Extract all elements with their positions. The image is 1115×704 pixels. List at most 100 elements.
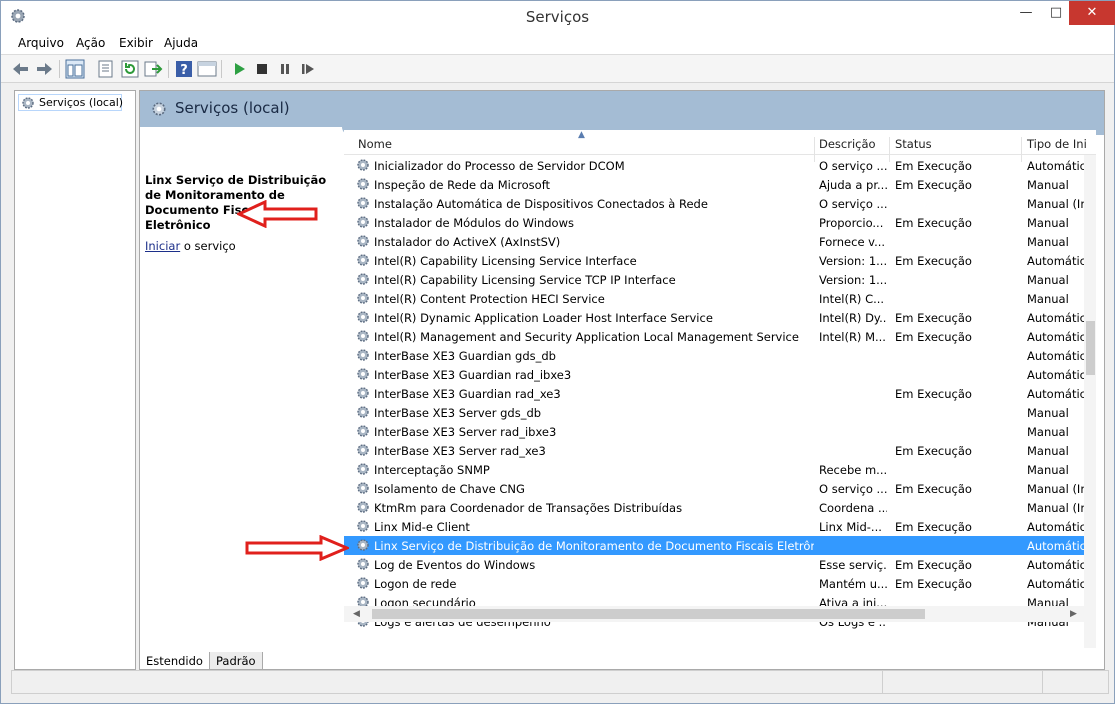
column-name[interactable]: Nome [358, 137, 392, 151]
service-gear-icon [357, 368, 369, 380]
service-row[interactable]: Logon de rede Mantém u... Em Execução Autom… [344, 574, 1086, 593]
back-icon[interactable] [11, 59, 31, 79]
service-row[interactable]: Instalador do ActiveX (AxInstSV) Fornece … [344, 232, 1084, 251]
service-description: O serviço ... [819, 197, 887, 211]
service-row[interactable]: Intel(R) Capability Licensing Service In… [344, 251, 1086, 270]
service-row-selected[interactable]: Linx Serviço de Distribuição de Monitora… [344, 536, 1086, 555]
service-row[interactable]: InterBase XE3 Server gds_db Manual [344, 403, 1084, 422]
menu-ajuda[interactable]: Ajuda [164, 36, 198, 50]
service-row[interactable]: InterBase XE3 Guardian gds_db Automátic [344, 346, 1086, 365]
status-section [1042, 671, 1108, 693]
service-name: Inspeção de Rede da Microsoft [374, 178, 551, 192]
service-startup-type: Automátic [1027, 539, 1086, 553]
service-startup-type: Automátic [1027, 558, 1086, 572]
scroll-left-icon[interactable]: ◀ [353, 609, 360, 619]
services-gear-icon [22, 97, 34, 109]
service-name: Intel(R) Management and Security Applica… [374, 330, 799, 344]
service-description: Intel(R) C... [819, 292, 885, 306]
service-name: Isolamento de Chave CNG [374, 482, 525, 496]
service-name: InterBase XE3 Server gds_db [374, 406, 542, 420]
service-description: O serviço ... [819, 159, 887, 173]
sort-arrow-icon: ▲ [578, 130, 585, 140]
service-row[interactable]: InterBase XE3 Server rad_ibxe3 Manual [344, 422, 1084, 441]
restart-service-icon[interactable] [298, 59, 318, 79]
service-name: Intel(R) Capability Licensing Service TC… [374, 273, 676, 287]
service-status: Em Execução [895, 178, 972, 192]
column-startup-type[interactable]: Tipo de Ini [1027, 137, 1087, 151]
service-name: Instalador de Módulos do Windows [374, 216, 574, 230]
service-startup-type: Manual [1027, 463, 1069, 477]
tab-extended[interactable]: Estendido [139, 652, 210, 670]
service-action: Iniciar o serviço [145, 239, 236, 253]
service-name: Instalação Automática de Dispositivos Co… [374, 197, 708, 211]
service-row[interactable]: Inicializador do Processo de Servidor DC… [344, 156, 1086, 175]
service-row[interactable]: Log de Eventos do Windows Esse serviç... E… [344, 555, 1086, 574]
menu-arquivo[interactable]: Arquivo [18, 36, 64, 50]
maximize-button[interactable]: □ [1041, 1, 1071, 25]
help-icon[interactable]: ? [174, 59, 194, 79]
toolbar-separator [59, 60, 60, 78]
service-gear-icon [357, 482, 369, 494]
vertical-scrollbar[interactable] [1084, 155, 1096, 648]
console-tree-icon[interactable] [65, 59, 85, 79]
forward-icon[interactable] [34, 59, 54, 79]
service-gear-icon [357, 273, 369, 285]
service-startup-type: Manual [1027, 216, 1069, 230]
export-icon[interactable] [143, 59, 163, 79]
service-gear-icon [357, 520, 369, 532]
tree-item-services-local[interactable]: Serviços (local) [18, 94, 124, 111]
service-row[interactable]: InterBase XE3 Guardian rad_xe3 Em Execuçã… [344, 384, 1086, 403]
service-gear-icon [357, 159, 369, 171]
column-description[interactable]: Descrição [819, 137, 876, 151]
start-service-text: o serviço [180, 239, 236, 253]
service-status: Em Execução [895, 444, 972, 458]
scroll-right-icon[interactable]: ▶ [1070, 609, 1077, 619]
menu-exibir[interactable]: Exibir [119, 36, 153, 50]
start-service-link[interactable]: Iniciar [145, 239, 180, 253]
service-row[interactable]: Intel(R) Content Protection HECI Service… [344, 289, 1084, 308]
service-startup-type: Automátic [1027, 311, 1086, 325]
service-row[interactable]: Intel(R) Management and Security Applica… [344, 327, 1086, 346]
column-status[interactable]: Status [895, 137, 932, 151]
service-row[interactable]: Isolamento de Chave CNG O serviço ... Em E… [344, 479, 1087, 498]
horizontal-scrollbar[interactable]: ◀ ▶ [344, 606, 1084, 622]
service-description: Version: 1... [819, 254, 887, 268]
tree-item-label: Serviços (local) [39, 96, 124, 109]
minimize-button[interactable]: — [1011, 1, 1041, 25]
service-startup-type: Automátic [1027, 520, 1086, 534]
service-row[interactable]: Intel(R) Dynamic Application Loader Host… [344, 308, 1086, 327]
pause-service-icon[interactable] [275, 59, 295, 79]
stop-service-icon[interactable] [252, 59, 272, 79]
service-row[interactable]: Inspeção de Rede da Microsoft Ajuda a pr.… [344, 175, 1084, 194]
service-status: Em Execução [895, 330, 972, 344]
properties-icon[interactable] [96, 59, 116, 79]
service-name: Intel(R) Content Protection HECI Service [374, 292, 605, 306]
service-name: Linx Serviço de Distribuição de Monitora… [374, 539, 814, 553]
service-startup-type: Automátic [1027, 254, 1086, 268]
tab-standard[interactable]: Padrão [209, 652, 263, 670]
service-row[interactable]: Instalação Automática de Dispositivos Co… [344, 194, 1087, 213]
close-button[interactable]: ✕ [1069, 1, 1115, 25]
service-status: Em Execução [895, 254, 972, 268]
service-name: InterBase XE3 Guardian gds_db [374, 349, 556, 363]
view-icon[interactable] [197, 59, 217, 79]
service-row[interactable]: InterBase XE3 Server rad_xe3 Em Execução M… [344, 441, 1084, 460]
service-gear-icon [357, 425, 369, 437]
service-row[interactable]: Instalador de Módulos do Windows Proporci… [344, 213, 1084, 232]
service-description: Esse serviç... [819, 558, 887, 572]
horizontal-scroll-thumb[interactable] [372, 609, 925, 619]
service-startup-type: Manual [1027, 425, 1069, 439]
service-row[interactable]: Intel(R) Capability Licensing Service TC… [344, 270, 1084, 289]
refresh-icon[interactable] [120, 59, 140, 79]
service-row[interactable]: Interceptação SNMP Recebe m... Manual [344, 460, 1084, 479]
service-description: Intel(R) Dy... [819, 311, 887, 325]
service-name: Logon de rede [374, 577, 457, 591]
service-row[interactable]: InterBase XE3 Guardian rad_ibxe3 Automáti… [344, 365, 1086, 384]
menu-acao[interactable]: Ação [76, 36, 105, 50]
start-service-icon[interactable] [229, 59, 249, 79]
service-gear-icon [357, 178, 369, 190]
service-row[interactable]: Linx Mid-e Client Linx Mid-... Em Execução… [344, 517, 1086, 536]
vertical-scroll-thumb[interactable] [1086, 321, 1095, 375]
service-status: Em Execução [895, 216, 972, 230]
service-row[interactable]: KtmRm para Coordenador de Transações Dis… [344, 498, 1087, 517]
